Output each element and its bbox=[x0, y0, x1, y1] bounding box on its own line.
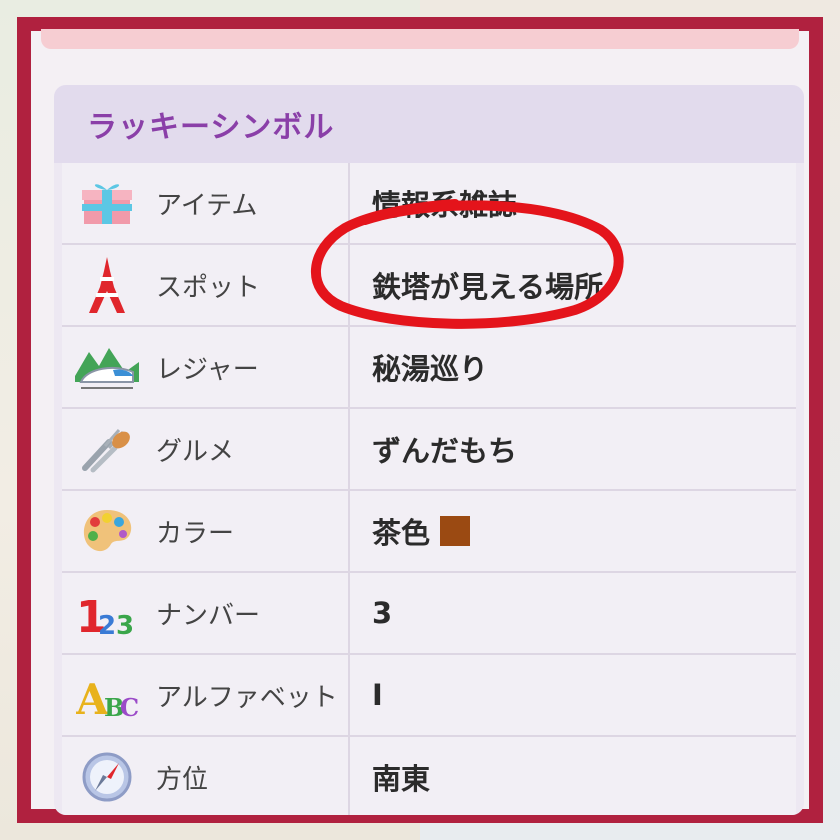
fork-spoon-icon bbox=[62, 409, 152, 489]
row-label: レジャー bbox=[152, 327, 350, 407]
table-row-leisure: レジャー 秘湯巡り bbox=[62, 327, 796, 409]
gift-box-icon bbox=[62, 163, 152, 243]
abc-letters-icon: A B C bbox=[62, 655, 152, 735]
row-value: 南東 bbox=[350, 737, 796, 815]
row-label: ナンバー bbox=[152, 573, 350, 653]
row-value-text: 3 bbox=[372, 596, 393, 630]
row-label: アルファベット bbox=[152, 655, 350, 735]
table-row-direction: 方位 南東 bbox=[62, 737, 796, 815]
row-value: 茶色 bbox=[350, 491, 796, 571]
panel-title: ラッキーシンボル bbox=[87, 110, 335, 145]
row-value-text: 情報系雑誌 bbox=[372, 188, 518, 222]
row-value-text: 南東 bbox=[372, 762, 431, 796]
red-frame: ラッキーシンボル アイテム 情報系雑誌 スポット 鉄塔が見える場所 レジャー 秘… bbox=[17, 17, 823, 823]
paint-palette-icon bbox=[62, 491, 152, 571]
numbers-123-icon: 1 2 3 bbox=[62, 573, 152, 653]
row-label: カラー bbox=[152, 491, 350, 571]
row-value: 鉄塔が見える場所 bbox=[350, 245, 796, 325]
symbol-table: アイテム 情報系雑誌 スポット 鉄塔が見える場所 レジャー 秘湯巡り グルメ ず… bbox=[62, 163, 796, 815]
row-label: グルメ bbox=[152, 409, 350, 489]
row-value: 秘湯巡り bbox=[350, 327, 796, 407]
panel-header: ラッキーシンボル bbox=[54, 85, 804, 163]
row-value: 情報系雑誌 bbox=[350, 163, 796, 243]
table-row-item: アイテム 情報系雑誌 bbox=[62, 163, 796, 245]
row-value: ずんだもち bbox=[350, 409, 796, 489]
lucky-symbol-panel: ラッキーシンボル アイテム 情報系雑誌 スポット 鉄塔が見える場所 レジャー 秘… bbox=[54, 85, 804, 815]
table-row-number: 1 2 3 ナンバー 3 bbox=[62, 573, 796, 655]
table-row-alphabet: A B C アルファベット I bbox=[62, 655, 796, 737]
row-label: アイテム bbox=[152, 163, 350, 243]
row-label: 方位 bbox=[152, 737, 350, 815]
tokyo-tower-icon bbox=[62, 245, 152, 325]
svg-text:C: C bbox=[120, 693, 138, 720]
train-mountain-icon bbox=[62, 327, 152, 407]
row-label: スポット bbox=[152, 245, 350, 325]
svg-text:3: 3 bbox=[116, 611, 134, 638]
row-value-text: I bbox=[372, 678, 383, 712]
row-value-text: 茶色 bbox=[372, 516, 431, 550]
compass-icon bbox=[62, 737, 152, 815]
table-row-gourmet: グルメ ずんだもち bbox=[62, 409, 796, 491]
table-row-spot: スポット 鉄塔が見える場所 bbox=[62, 245, 796, 327]
row-value-text: 秘湯巡り bbox=[372, 352, 489, 386]
row-value-text: ずんだもち bbox=[372, 434, 518, 468]
color-swatch bbox=[440, 516, 471, 546]
row-value: 3 bbox=[350, 573, 796, 653]
row-value-text: 鉄塔が見える場所 bbox=[372, 270, 604, 304]
row-value: I bbox=[350, 655, 796, 735]
svg-text:2: 2 bbox=[98, 611, 116, 638]
table-row-color: カラー 茶色 bbox=[62, 491, 796, 573]
pink-strip bbox=[41, 29, 799, 49]
